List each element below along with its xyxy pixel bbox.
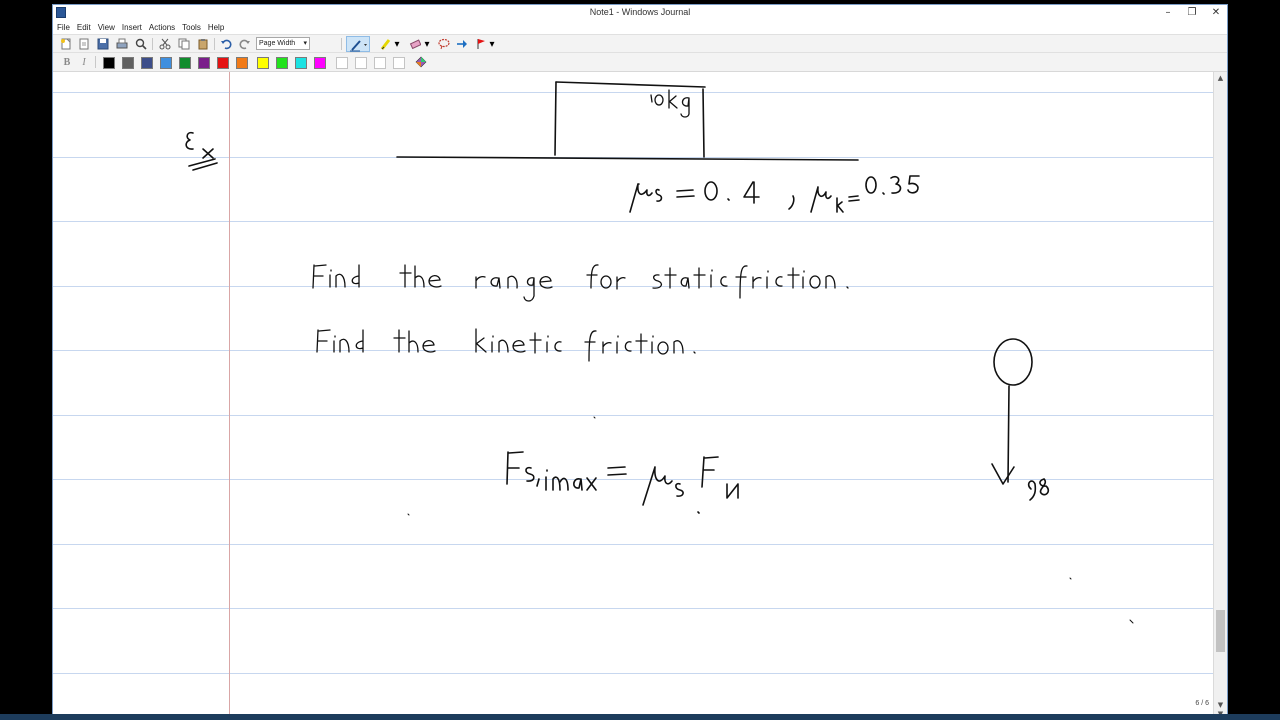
ink-ground-line <box>396 156 859 161</box>
menu-view[interactable]: View <box>98 23 115 32</box>
ink-example-label <box>185 131 218 171</box>
color-swatch[interactable] <box>179 57 191 69</box>
ink-free-body-diagram <box>991 338 1050 501</box>
scroll-thumb[interactable] <box>1216 610 1225 652</box>
journal-window: Note1 - Windows Journal – ❐ ✕ File Edit … <box>52 4 1228 718</box>
color-swatch[interactable] <box>198 57 210 69</box>
undo-icon[interactable] <box>219 37 233 51</box>
ink-line-kinetic-friction <box>316 328 696 362</box>
new-note-icon[interactable] <box>59 37 73 51</box>
bold-button[interactable]: B <box>60 55 74 69</box>
save-icon[interactable] <box>96 37 110 51</box>
menu-file[interactable]: File <box>57 23 70 32</box>
zoom-select[interactable]: Page Width ▾ <box>256 37 310 50</box>
zoom-select-value: Page Width <box>259 40 296 47</box>
journal-page[interactable] <box>53 72 1214 717</box>
handwritten-ink <box>185 81 1134 624</box>
menu-tools[interactable]: Tools <box>182 23 201 32</box>
redo-icon[interactable] <box>238 37 252 51</box>
copy-icon[interactable] <box>177 37 191 51</box>
ink-line-static-friction <box>312 264 849 302</box>
scroll-down-icon[interactable]: ▼ <box>1214 701 1227 709</box>
page-indicator: 6 / 6 <box>1195 700 1209 707</box>
eraser-dropdown-icon[interactable]: ▾ <box>423 37 431 51</box>
menu-bar: File Edit View Insert Actions Tools Help <box>53 21 1227 34</box>
color-swatch[interactable] <box>103 57 115 69</box>
taskbar <box>0 714 1280 720</box>
ink-mass-label <box>650 89 690 118</box>
vertical-scrollbar[interactable]: ▲ ▼ ▼ <box>1213 72 1227 717</box>
italic-button[interactable]: I <box>77 55 91 69</box>
color-swatch[interactable] <box>160 57 172 69</box>
color-swatch[interactable] <box>374 57 386 69</box>
color-swatch[interactable] <box>141 57 153 69</box>
chevron-down-icon: ▾ <box>303 40 307 47</box>
color-swatch[interactable] <box>122 57 134 69</box>
window-title: Note1 - Windows Journal <box>589 7 691 17</box>
highlighter-icon[interactable] <box>378 37 392 51</box>
title-bar: Note1 - Windows Journal – ❐ ✕ <box>53 5 1227 22</box>
flag-dropdown-icon[interactable]: ▾ <box>488 37 496 51</box>
find-icon[interactable] <box>134 37 148 51</box>
menu-edit[interactable]: Edit <box>77 23 91 32</box>
color-swatch[interactable] <box>355 57 367 69</box>
scroll-up-icon[interactable]: ▲ <box>1214 74 1227 82</box>
eraser-icon[interactable] <box>408 37 422 51</box>
ink-coefficients <box>629 175 920 213</box>
paste-icon[interactable] <box>196 37 210 51</box>
format-toolbar: B I <box>53 53 1227 72</box>
close-button[interactable]: ✕ <box>1209 6 1223 20</box>
menu-insert[interactable]: Insert <box>122 23 142 32</box>
highlighter-dropdown-icon[interactable]: ▾ <box>393 37 401 51</box>
standard-toolbar: Page Width ▾ ▾ ▾ ▾ <box>53 34 1227 53</box>
color-swatch[interactable] <box>295 57 307 69</box>
maximize-button[interactable]: ❐ <box>1185 6 1199 20</box>
color-swatch[interactable] <box>276 57 288 69</box>
ink-stray-dots <box>407 416 1134 624</box>
flag-icon[interactable] <box>474 37 488 51</box>
color-swatch[interactable] <box>217 57 229 69</box>
print-icon[interactable] <box>115 37 129 51</box>
color-swatch[interactable] <box>314 57 326 69</box>
ink-block-box <box>554 81 706 158</box>
new-page-icon[interactable] <box>77 37 91 51</box>
pen-tool-button[interactable] <box>346 36 370 52</box>
pen-icon <box>350 40 367 52</box>
cut-icon[interactable] <box>158 37 172 51</box>
minimize-button[interactable]: – <box>1161 6 1175 20</box>
color-swatch[interactable] <box>236 57 248 69</box>
menu-actions[interactable]: Actions <box>149 23 175 32</box>
ink-friction-formula <box>506 451 739 514</box>
color-swatch[interactable] <box>393 57 405 69</box>
color-swatch[interactable] <box>257 57 269 69</box>
insert-space-icon[interactable] <box>455 37 469 51</box>
color-swatch[interactable] <box>336 57 348 69</box>
pen-colors-icon[interactable] <box>414 55 428 69</box>
menu-help[interactable]: Help <box>208 23 224 32</box>
lasso-icon[interactable] <box>437 37 451 51</box>
